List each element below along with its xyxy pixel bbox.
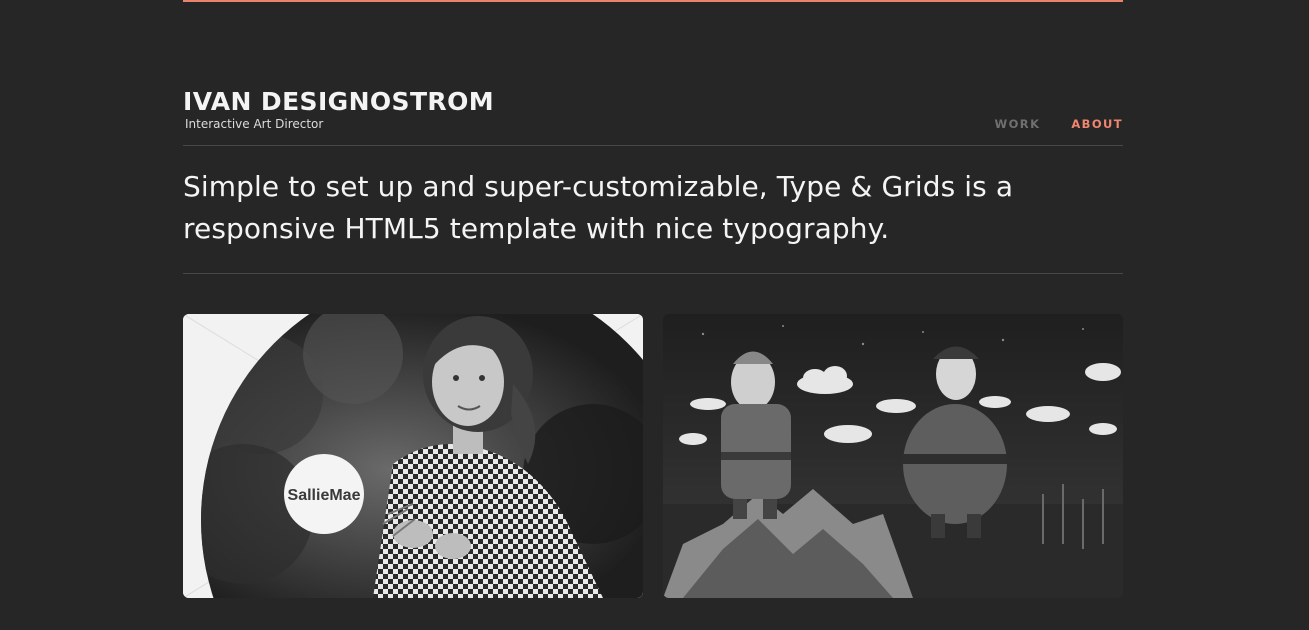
site-subtitle: Interactive Art Director — [185, 117, 324, 131]
top-accent-bar — [183, 0, 1123, 2]
portfolio-item-1[interactable]: SallieMae — [183, 314, 643, 598]
nav-link-about[interactable]: ABOUT — [1071, 117, 1123, 131]
portfolio-image-1: SallieMae — [183, 314, 643, 598]
intro-divider — [183, 273, 1123, 274]
main-nav: WORK ABOUT — [995, 117, 1123, 131]
portfolio-image-2 — [663, 314, 1123, 598]
intro-text: Simple to set up and super-customizable,… — [183, 170, 1014, 245]
nav-link-work[interactable]: WORK — [995, 117, 1041, 131]
header-divider — [183, 145, 1123, 146]
site-title[interactable]: IVAN DESIGNOSTROM — [183, 87, 494, 116]
client-logo-text: SallieMae — [288, 487, 361, 504]
portfolio-item-2[interactable] — [663, 314, 1123, 598]
